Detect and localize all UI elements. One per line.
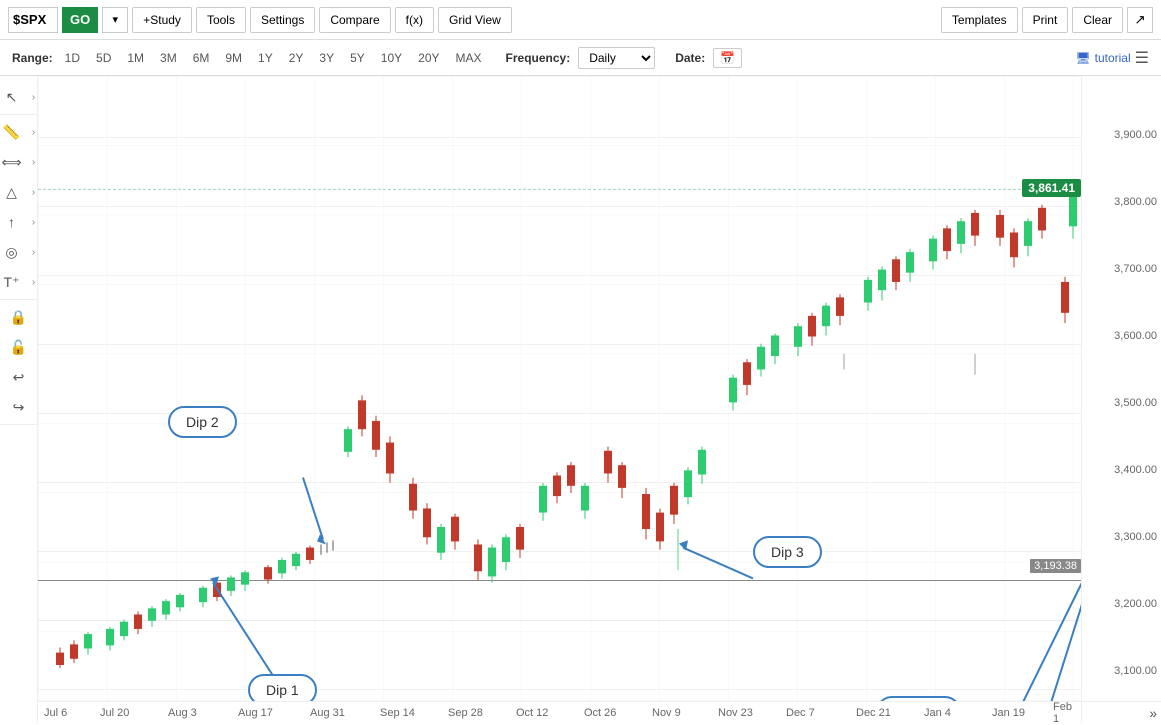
ticker-input[interactable] — [8, 7, 58, 33]
date-jul20: Jul 20 — [100, 707, 129, 719]
date-label: Date: — [675, 51, 705, 65]
date-jan4: Jan 4 — [924, 707, 951, 719]
date-jul6: Jul 6 — [44, 707, 67, 719]
range-3m[interactable]: 3M — [156, 49, 181, 67]
support-price-label: 3,193.38 — [1030, 559, 1081, 573]
tutorial-icon: 🖥 — [1075, 51, 1090, 65]
magnet-tool[interactable]: 🔓 — [4, 334, 34, 360]
date-axis: Jul 6 Jul 20 Aug 3 Aug 17 Aug 31 Sep 14 … — [38, 701, 1081, 723]
top-toolbar: GO ▾ +Study Tools Settings Compare f(x) … — [0, 0, 1161, 40]
date-jan19: Jan 19 — [992, 707, 1025, 719]
current-price-label: 3,861.41 — [1022, 179, 1081, 197]
measure-tool[interactable]: ◎ — [0, 239, 27, 265]
clear-button[interactable]: Clear — [1072, 7, 1123, 33]
price-3400: 3,400.00 — [1114, 464, 1157, 476]
cursor-tool[interactable]: ↖ — [0, 84, 27, 110]
date-sep28: Sep 28 — [448, 707, 483, 719]
price-3100: 3,100.00 — [1114, 665, 1157, 677]
arrow-tool[interactable]: ↑ — [0, 209, 27, 235]
date-aug31: Aug 31 — [310, 707, 345, 719]
date-sep14: Sep 14 — [380, 707, 415, 719]
arrow-down-button[interactable]: ▾ — [102, 7, 128, 33]
templates-button[interactable]: Templates — [941, 7, 1018, 33]
undo-tool[interactable]: ↩ — [4, 364, 34, 390]
redo-tool[interactable]: ↪ — [4, 394, 34, 420]
date-aug3: Aug 3 — [168, 707, 197, 719]
text-tool[interactable]: T⁺ — [0, 269, 27, 295]
range-label: Range: — [12, 51, 53, 65]
range-max[interactable]: MAX — [452, 49, 486, 67]
date-feb1: Feb 1 — [1053, 701, 1081, 725]
channel-tool[interactable]: ⟺ — [0, 149, 27, 175]
range-1m[interactable]: 1M — [123, 49, 148, 67]
date-nov23: Nov 23 — [718, 707, 753, 719]
tutorial-link[interactable]: 🖥 tutorial ☰ — [1075, 48, 1149, 68]
price-3800: 3,800.00 — [1114, 196, 1157, 208]
date-axis-row: Jul 6 Jul 20 Aug 3 Aug 17 Aug 31 Sep 14 … — [38, 701, 1161, 723]
range-bar: Range: 1D 5D 1M 3M 6M 9M 1Y 2Y 3Y 5Y 10Y… — [0, 40, 1161, 76]
price-axis: 3,900.00 3,800.00 3,700.00 3,600.00 3,50… — [1081, 76, 1161, 701]
range-9m[interactable]: 9M — [221, 49, 246, 67]
date-picker-button[interactable]: 📅 — [713, 48, 742, 68]
go-button[interactable]: GO — [62, 7, 98, 33]
compare-button[interactable]: Compare — [319, 7, 390, 33]
range-1y[interactable]: 1Y — [254, 49, 277, 67]
date-dec7: Dec 7 — [786, 707, 815, 719]
frequency-label: Frequency: — [506, 51, 571, 65]
study-button[interactable]: +Study — [132, 7, 192, 33]
range-5d[interactable]: 5D — [92, 49, 115, 67]
print-button[interactable]: Print — [1022, 7, 1069, 33]
date-dec21: Dec 21 — [856, 707, 891, 719]
expand-button[interactable]: ↗ — [1127, 7, 1153, 33]
range-20y[interactable]: 20Y — [414, 49, 443, 67]
left-toolbar: ↖ › 📏 › ⟺ › △ › ↑ › ◎ › — [0, 76, 38, 723]
price-3300: 3,300.00 — [1114, 531, 1157, 543]
price-3700: 3,700.00 — [1114, 263, 1157, 275]
frequency-select[interactable]: DailyWeeklyMonthly — [578, 47, 655, 69]
price-3900: 3,900.00 — [1114, 129, 1157, 141]
scroll-right-button[interactable]: » — [1149, 705, 1157, 721]
range-5y[interactable]: 5Y — [346, 49, 369, 67]
range-1d[interactable]: 1D — [61, 49, 84, 67]
date-oct12: Oct 12 — [516, 707, 548, 719]
candlestick-chart — [38, 76, 1081, 701]
tools-button[interactable]: Tools — [196, 7, 246, 33]
date-aug17: Aug 17 — [238, 707, 273, 719]
settings-button[interactable]: Settings — [250, 7, 315, 33]
gridview-button[interactable]: Grid View — [438, 7, 512, 33]
price-3200: 3,200.00 — [1114, 598, 1157, 610]
range-10y[interactable]: 10Y — [377, 49, 406, 67]
range-3y[interactable]: 3Y — [315, 49, 338, 67]
date-oct26: Oct 26 — [584, 707, 616, 719]
price-3500: 3,500.00 — [1114, 397, 1157, 409]
tutorial-label: tutorial — [1095, 51, 1131, 65]
range-2y[interactable]: 2Y — [285, 49, 308, 67]
hamburger-button[interactable]: ☰ — [1135, 48, 1149, 68]
lock-tool[interactable]: 🔒 — [4, 304, 34, 330]
shape-tool[interactable]: △ — [0, 179, 27, 205]
main-area: ↖ › 📏 › ⟺ › △ › ↑ › ◎ › — [0, 76, 1161, 723]
range-6m[interactable]: 6M — [189, 49, 214, 67]
line-tool[interactable]: 📏 — [0, 119, 27, 145]
chart-area[interactable]: Dip 2 Dip 1 Dip 3 Support 3,861.41 3,193 — [38, 76, 1081, 701]
date-nov9: Nov 9 — [652, 707, 681, 719]
price-3600: 3,600.00 — [1114, 330, 1157, 342]
fx-button[interactable]: f(x) — [395, 7, 434, 33]
